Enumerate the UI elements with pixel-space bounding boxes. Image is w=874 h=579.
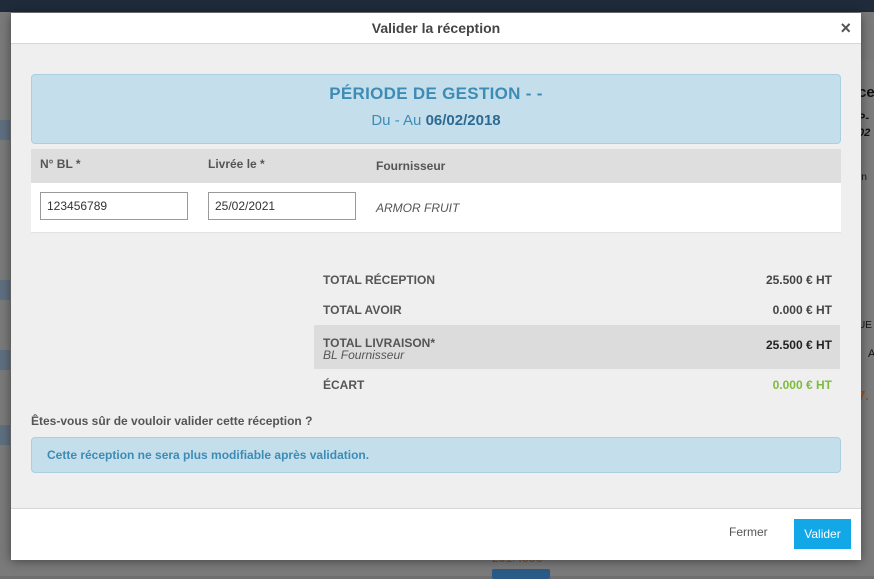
warning-text: Cette réception ne sera plus modifiable … [47, 448, 370, 462]
delivery-date-input[interactable] [208, 192, 356, 220]
validate-button[interactable]: Valider [794, 519, 851, 549]
ecart-label: ÉCART [323, 378, 365, 392]
total-avoir-label: TOTAL AVOIR [323, 303, 402, 317]
app-background-stripe [0, 350, 10, 370]
bg-text: A [868, 348, 874, 360]
close-icon[interactable]: × [840, 19, 851, 37]
total-livraison-sub: BL Fournisseur [323, 348, 405, 362]
validate-reception-modal: Valider la réception × PÉRIODE DE GESTIO… [11, 13, 861, 560]
period-banner: PÉRIODE DE GESTION - - Du - Au 06/02/201… [31, 74, 841, 144]
header-supplier: Fournisseur [376, 159, 446, 173]
app-topbar [0, 0, 874, 12]
supplier-name: ARMOR FRUIT [376, 201, 460, 215]
app-background-stripe [0, 120, 10, 140]
period-title: PÉRIODE DE GESTION - - [329, 84, 543, 103]
period-from-label: Du [371, 112, 391, 129]
header-bl-number: N° BL * [40, 157, 81, 171]
header-delivery-date: Livrée le * [208, 157, 265, 171]
modal-title: Valider la réception [371, 20, 501, 36]
period-dates: Du - Au 06/02/2018 [32, 112, 840, 129]
app-background-stripe [0, 425, 10, 445]
period-to-label: - Au [390, 112, 426, 129]
close-button[interactable]: Fermer [729, 525, 768, 539]
total-livraison-value: 25.500 € HT [765, 338, 832, 352]
total-avoir-value: 0.000 € HT [772, 303, 832, 317]
modal-header: Valider la réception × [11, 13, 861, 44]
app-background-stripe [0, 280, 10, 300]
total-reception-value: 25.500 € HT [765, 273, 832, 287]
reception-table-row: ARMOR FRUIT [31, 183, 841, 233]
ecart-value: 0.000 € HT [772, 378, 832, 392]
bg-status-badge [492, 569, 550, 579]
total-reception-label: TOTAL RÉCEPTION [323, 273, 436, 287]
modal-footer: Fermer Valider [11, 508, 861, 560]
confirm-question: Êtes-vous sûr de vouloir valider cette r… [31, 414, 313, 428]
reception-table-header: N° BL * Livrée le * Fournisseur [31, 149, 841, 183]
warning-alert: Cette réception ne sera plus modifiable … [31, 437, 841, 473]
period-date: 06/02/2018 [425, 112, 501, 129]
bl-number-input[interactable] [40, 192, 188, 220]
